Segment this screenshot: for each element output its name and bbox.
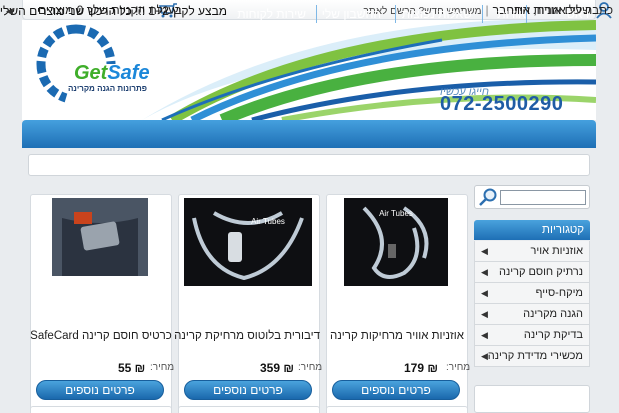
- chevron-left-icon: ◀: [481, 267, 488, 277]
- product-card: [178, 406, 320, 413]
- air-tubes-label: Air Tubes: [379, 209, 413, 218]
- chevron-left-icon: ◀: [481, 288, 488, 298]
- product-card: [326, 406, 468, 413]
- bluetooth-headset-image: Air Tubes: [192, 211, 304, 281]
- product-price: 179 ₪: [404, 361, 438, 375]
- product-image[interactable]: [52, 198, 148, 276]
- phone-number: 072-2500290: [440, 93, 564, 115]
- air-tubes-label: Air Tubes: [251, 217, 285, 226]
- earphones-image: Air Tubes: [362, 206, 429, 279]
- search-input[interactable]: [500, 190, 586, 205]
- promo-text[interactable]: מבצע לקיץ 1+2 !!! כל הרכש שני מוצרים השל…: [0, 4, 227, 18]
- more-details-button[interactable]: פרטים נוספים: [332, 380, 460, 400]
- chevron-left-icon: ◀: [481, 309, 488, 319]
- nav-divider: [395, 5, 396, 23]
- chevron-left-icon: ◀: [481, 330, 488, 340]
- more-details-button[interactable]: פרטים נוספים: [184, 380, 312, 400]
- category-label: מכשירי מדידת קרינה: [487, 350, 583, 362]
- price-label: מחיר:: [150, 362, 175, 373]
- promo-banner: [28, 154, 590, 176]
- more-details-button[interactable]: פרטים נוספים: [36, 380, 164, 400]
- category-item[interactable]: בדיקת קרינה ◀: [474, 325, 590, 346]
- logo-tagline: פתרונות הגנה מקרינה: [68, 84, 147, 93]
- price-label: מחיר:: [298, 362, 323, 373]
- product-card: [30, 406, 172, 413]
- nav-divider: [316, 5, 317, 23]
- categories-header: קטגוריות: [474, 220, 590, 240]
- main-nav: [22, 120, 596, 148]
- search-icon[interactable]: [478, 188, 498, 206]
- nav-customer-service[interactable]: שירות לקוחות: [237, 0, 306, 28]
- category-item[interactable]: מיקח-סייף ◀: [474, 283, 590, 304]
- nav-account[interactable]: החשבון שלי: [322, 0, 381, 28]
- nav-faq[interactable]: שאלות נפוצות: [402, 0, 472, 28]
- category-item[interactable]: נרתיק חוסם קרינה ◀: [474, 262, 590, 283]
- product-price: 359 ₪: [260, 361, 294, 375]
- category-item[interactable]: מכשירי מדידת קרינה ◀: [474, 346, 590, 367]
- category-item[interactable]: אוזניות אויר ◀: [474, 241, 590, 262]
- chevron-left-icon: ◀: [6, 6, 13, 16]
- chevron-left-icon: ◀: [481, 351, 488, 361]
- chevron-left-icon: ◀: [481, 246, 488, 256]
- product-image[interactable]: Air Tubes: [344, 198, 448, 286]
- category-item[interactable]: הגנה מקרינה ◀: [474, 304, 590, 325]
- product-title[interactable]: אוזניות אוויר מרחיקות קרינה: [326, 330, 468, 342]
- safecard-image: [52, 198, 148, 276]
- article-box: [474, 385, 590, 413]
- category-label: בדיקת קרינה: [523, 329, 583, 341]
- product-title[interactable]: דיבורית בלוטוס מרחיקת קרינה: [174, 330, 320, 342]
- price-label: מחיר:: [446, 362, 471, 373]
- category-label: אוזניות אויר: [530, 245, 583, 257]
- nav-divider: [482, 5, 483, 23]
- article-link[interactable]: כתבה על אוזניות אוויר: [508, 5, 613, 17]
- category-label: נרתיק חוסם קרינה: [498, 266, 583, 278]
- product-image[interactable]: Air Tubes: [184, 198, 312, 286]
- product-price: 55 ₪: [118, 361, 146, 375]
- category-label: מיקח-סייף: [535, 287, 583, 299]
- logo[interactable]: GetSafe: [74, 62, 150, 85]
- product-title[interactable]: כרטיס חוסם קרינה SafeCard: [30, 330, 172, 342]
- logo-safe: Safe: [107, 62, 150, 84]
- logo-get: Get: [74, 62, 108, 84]
- category-label: הגנה מקרינה: [523, 308, 583, 320]
